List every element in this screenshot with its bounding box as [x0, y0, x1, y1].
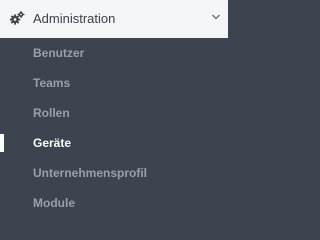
- sidebar-item-label: Rollen: [33, 106, 70, 120]
- sidebar-item-teams[interactable]: Teams: [0, 68, 228, 98]
- sidebar-item-rollen[interactable]: Rollen: [0, 98, 228, 128]
- sidebar-item-label: Teams: [33, 76, 71, 90]
- admin-menu-items: Benutzer Teams Rollen Geräte Unternehmen…: [0, 38, 228, 218]
- sidebar-item-module[interactable]: Module: [0, 188, 228, 218]
- sidebar-item-label: Module: [33, 196, 75, 210]
- section-title: Administration: [33, 11, 116, 26]
- administration-section-toggle[interactable]: Administration: [0, 0, 228, 38]
- chevron-down-icon[interactable]: [211, 13, 221, 21]
- admin-sidebar: Administration Benutzer Teams Rollen Ger…: [0, 0, 228, 217]
- sidebar-item-label: Geräte: [33, 136, 72, 150]
- sidebar-item-label: Benutzer: [33, 46, 85, 60]
- sidebar-item-benutzer[interactable]: Benutzer: [0, 38, 228, 68]
- sidebar-item-label: Unternehmensprofil: [33, 166, 148, 180]
- gears-icon: [9, 11, 25, 25]
- sidebar-item-unternehmensprofil[interactable]: Unternehmensprofil: [0, 158, 228, 188]
- sidebar-item-geraete[interactable]: Geräte: [0, 128, 228, 158]
- active-indicator: [0, 134, 4, 152]
